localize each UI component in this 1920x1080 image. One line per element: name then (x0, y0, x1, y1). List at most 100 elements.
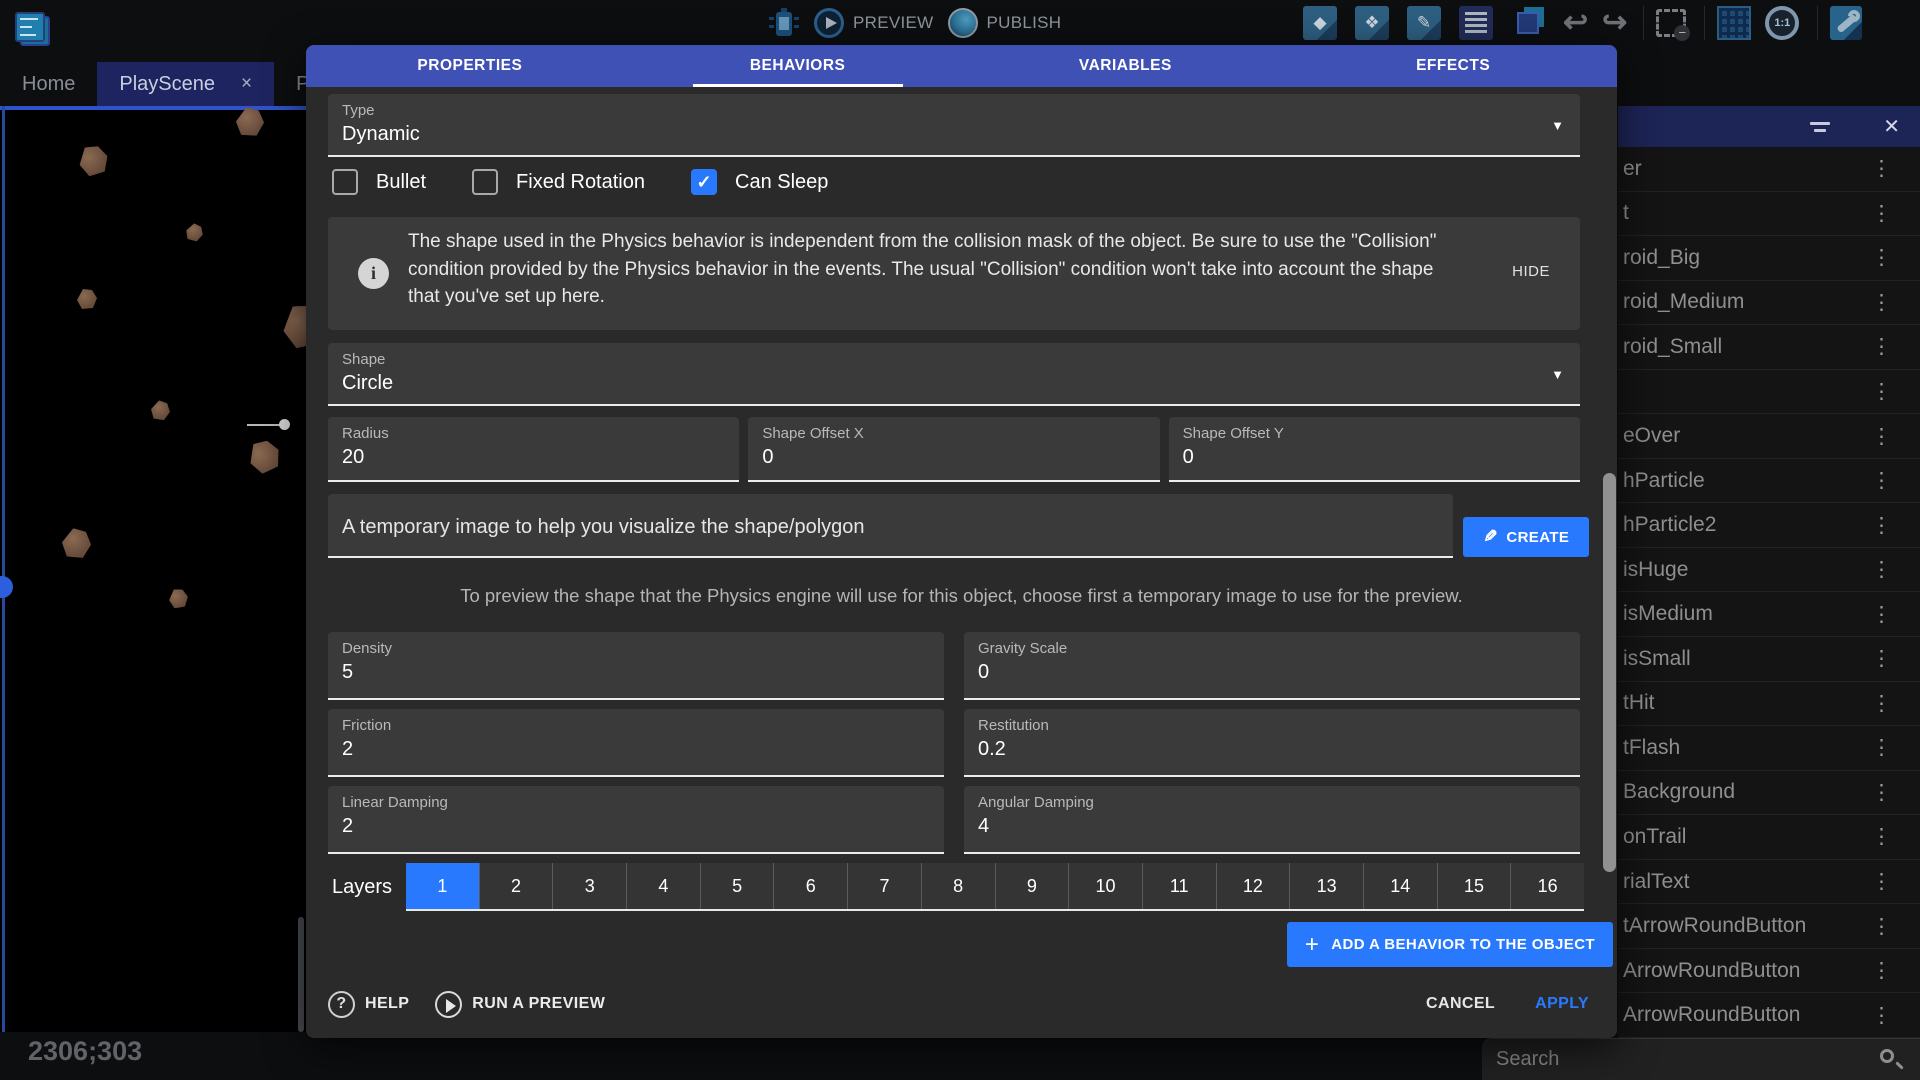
dialog-scrollbar[interactable] (1603, 473, 1616, 872)
shape-offset-x-field[interactable]: Shape Offset X 0 (748, 417, 1159, 482)
checkbox-can-sleep[interactable]: ✓ Can Sleep (691, 169, 828, 195)
create-button[interactable]: ✎ CREATE (1463, 517, 1589, 557)
gravity-scale-field[interactable]: Gravity Scale 0 (964, 632, 1580, 700)
checkbox-fixed-rotation[interactable]: ✓ Fixed Rotation (472, 169, 645, 195)
close-panel-icon[interactable]: ✕ (1883, 114, 1900, 139)
object-list-item[interactable]: ArrowRoundButton⋮ (1618, 993, 1920, 1038)
asteroid-sprite[interactable] (60, 527, 94, 561)
undo-icon[interactable]: ↩ (1563, 6, 1588, 40)
object-list-item[interactable]: roid_Big⋮ (1618, 236, 1920, 281)
joint-handle[interactable] (279, 419, 290, 430)
layer-button-14[interactable]: 14 (1363, 863, 1437, 909)
object-groups-icon[interactable]: ❖ (1355, 6, 1389, 40)
angular-damping-field[interactable]: Angular Damping 4 (964, 786, 1580, 854)
object-list-item[interactable]: hParticle2⋮ (1618, 503, 1920, 548)
object-list-item[interactable]: Background⋮ (1618, 771, 1920, 816)
tab-playscene[interactable]: PlayScene × (97, 62, 274, 106)
asteroid-sprite[interactable] (234, 106, 266, 138)
object-list-item[interactable]: tArrowRoundButton⋮ (1618, 904, 1920, 949)
scene-canvas[interactable] (0, 106, 306, 1032)
shape-select[interactable]: Shape Circle ▼ (328, 343, 1580, 406)
kebab-menu-icon[interactable]: ⋮ (1871, 958, 1892, 983)
shape-offset-y-field[interactable]: Shape Offset Y 0 (1169, 417, 1580, 482)
radius-field[interactable]: Radius 20 (328, 417, 739, 482)
add-behavior-button[interactable]: + ADD A BEHAVIOR TO THE OBJECT (1287, 922, 1613, 967)
asteroid-sprite[interactable] (77, 289, 97, 309)
scene-properties-icon[interactable] (1830, 6, 1862, 40)
kebab-menu-icon[interactable]: ⋮ (1871, 602, 1892, 627)
layer-button-6[interactable]: 6 (773, 863, 847, 909)
kebab-menu-icon[interactable]: ⋮ (1871, 334, 1892, 359)
kebab-menu-icon[interactable]: ⋮ (1871, 735, 1892, 760)
publish-button[interactable]: PUBLISH (948, 8, 1062, 38)
friction-field[interactable]: Friction 2 (328, 709, 944, 777)
type-select[interactable]: Type Dynamic ▼ (328, 94, 1580, 157)
restitution-field[interactable]: Restitution 0.2 (964, 709, 1580, 777)
asteroid-sprite[interactable] (184, 222, 206, 244)
object-list-item[interactable]: ⋮ (1618, 370, 1920, 415)
layer-button-12[interactable]: 12 (1216, 863, 1290, 909)
run-preview-button[interactable]: RUN A PREVIEW (435, 991, 605, 1018)
object-list-item[interactable]: roid_Small⋮ (1618, 325, 1920, 370)
layers-icon[interactable] (1511, 6, 1545, 40)
kebab-menu-icon[interactable]: ⋮ (1871, 824, 1892, 849)
asteroid-sprite[interactable] (280, 302, 306, 349)
layer-button-5[interactable]: 5 (700, 863, 774, 909)
preview-button[interactable]: PREVIEW (814, 8, 934, 38)
objects-icon[interactable]: ◆ (1303, 6, 1337, 40)
tab-close-icon[interactable]: × (241, 73, 252, 95)
edit-scene-icon[interactable]: ✎ (1407, 6, 1441, 40)
kebab-menu-icon[interactable]: ⋮ (1871, 424, 1892, 449)
kebab-menu-icon[interactable]: ⋮ (1871, 646, 1892, 671)
asteroid-sprite[interactable] (76, 143, 110, 177)
zoom-one-to-one-icon[interactable]: 1:1 (1765, 6, 1799, 40)
object-list-item[interactable]: roid_Medium⋮ (1618, 281, 1920, 326)
tab-properties[interactable]: PROPERTIES (306, 45, 634, 87)
asteroid-sprite[interactable] (245, 437, 285, 477)
instances-list-icon[interactable] (1459, 6, 1493, 40)
deselect-icon[interactable]: − (1656, 9, 1686, 37)
layer-button-7[interactable]: 7 (847, 863, 921, 909)
temp-image-field[interactable]: A temporary image to help you visualize … (328, 494, 1453, 558)
kebab-menu-icon[interactable]: ⋮ (1871, 557, 1892, 582)
asteroid-sprite[interactable] (149, 399, 172, 422)
help-button[interactable]: ? HELP (328, 991, 409, 1018)
object-list-item[interactable]: isMedium⋮ (1618, 592, 1920, 637)
layer-button-4[interactable]: 4 (626, 863, 700, 909)
asteroid-sprite[interactable] (168, 588, 189, 609)
search-input[interactable] (1482, 1047, 1878, 1072)
can-sleep-checkbox[interactable]: ✓ (691, 169, 717, 195)
redo-icon[interactable]: ↪ (1602, 6, 1627, 40)
kebab-menu-icon[interactable]: ⋮ (1871, 156, 1892, 181)
layer-button-8[interactable]: 8 (921, 863, 995, 909)
kebab-menu-icon[interactable]: ⋮ (1871, 780, 1892, 805)
hide-button[interactable]: HIDE (1512, 263, 1550, 280)
object-list-item[interactable]: tHit⋮ (1618, 682, 1920, 727)
kebab-menu-icon[interactable]: ⋮ (1871, 201, 1892, 226)
bullet-checkbox[interactable]: ✓ (332, 169, 358, 195)
kebab-menu-icon[interactable]: ⋮ (1871, 691, 1892, 716)
density-field[interactable]: Density 5 (328, 632, 944, 700)
canvas-vertical-scrollbar[interactable] (298, 917, 304, 1032)
layer-button-13[interactable]: 13 (1289, 863, 1363, 909)
layer-button-11[interactable]: 11 (1142, 863, 1216, 909)
kebab-menu-icon[interactable]: ⋮ (1871, 245, 1892, 270)
object-list-item[interactable]: isHuge⋮ (1618, 548, 1920, 593)
layer-button-2[interactable]: 2 (479, 863, 553, 909)
object-list-item[interactable]: t⋮ (1618, 192, 1920, 237)
linear-damping-field[interactable]: Linear Damping 2 (328, 786, 944, 854)
kebab-menu-icon[interactable]: ⋮ (1871, 379, 1892, 404)
fixed-rotation-checkbox[interactable]: ✓ (472, 169, 498, 195)
layer-button-10[interactable]: 10 (1068, 863, 1142, 909)
grid-icon[interactable] (1717, 6, 1751, 40)
object-list-item[interactable]: rialText⋮ (1618, 860, 1920, 905)
kebab-menu-icon[interactable]: ⋮ (1871, 513, 1892, 538)
filter-icon[interactable] (1809, 122, 1831, 132)
tab-home[interactable]: Home (0, 62, 97, 106)
object-list-item[interactable]: onTrail⋮ (1618, 815, 1920, 860)
debug-icon[interactable] (768, 8, 800, 38)
kebab-menu-icon[interactable]: ⋮ (1871, 1003, 1892, 1028)
layer-button-9[interactable]: 9 (995, 863, 1069, 909)
layer-button-3[interactable]: 3 (552, 863, 626, 909)
object-list-item[interactable]: eOver⋮ (1618, 414, 1920, 459)
